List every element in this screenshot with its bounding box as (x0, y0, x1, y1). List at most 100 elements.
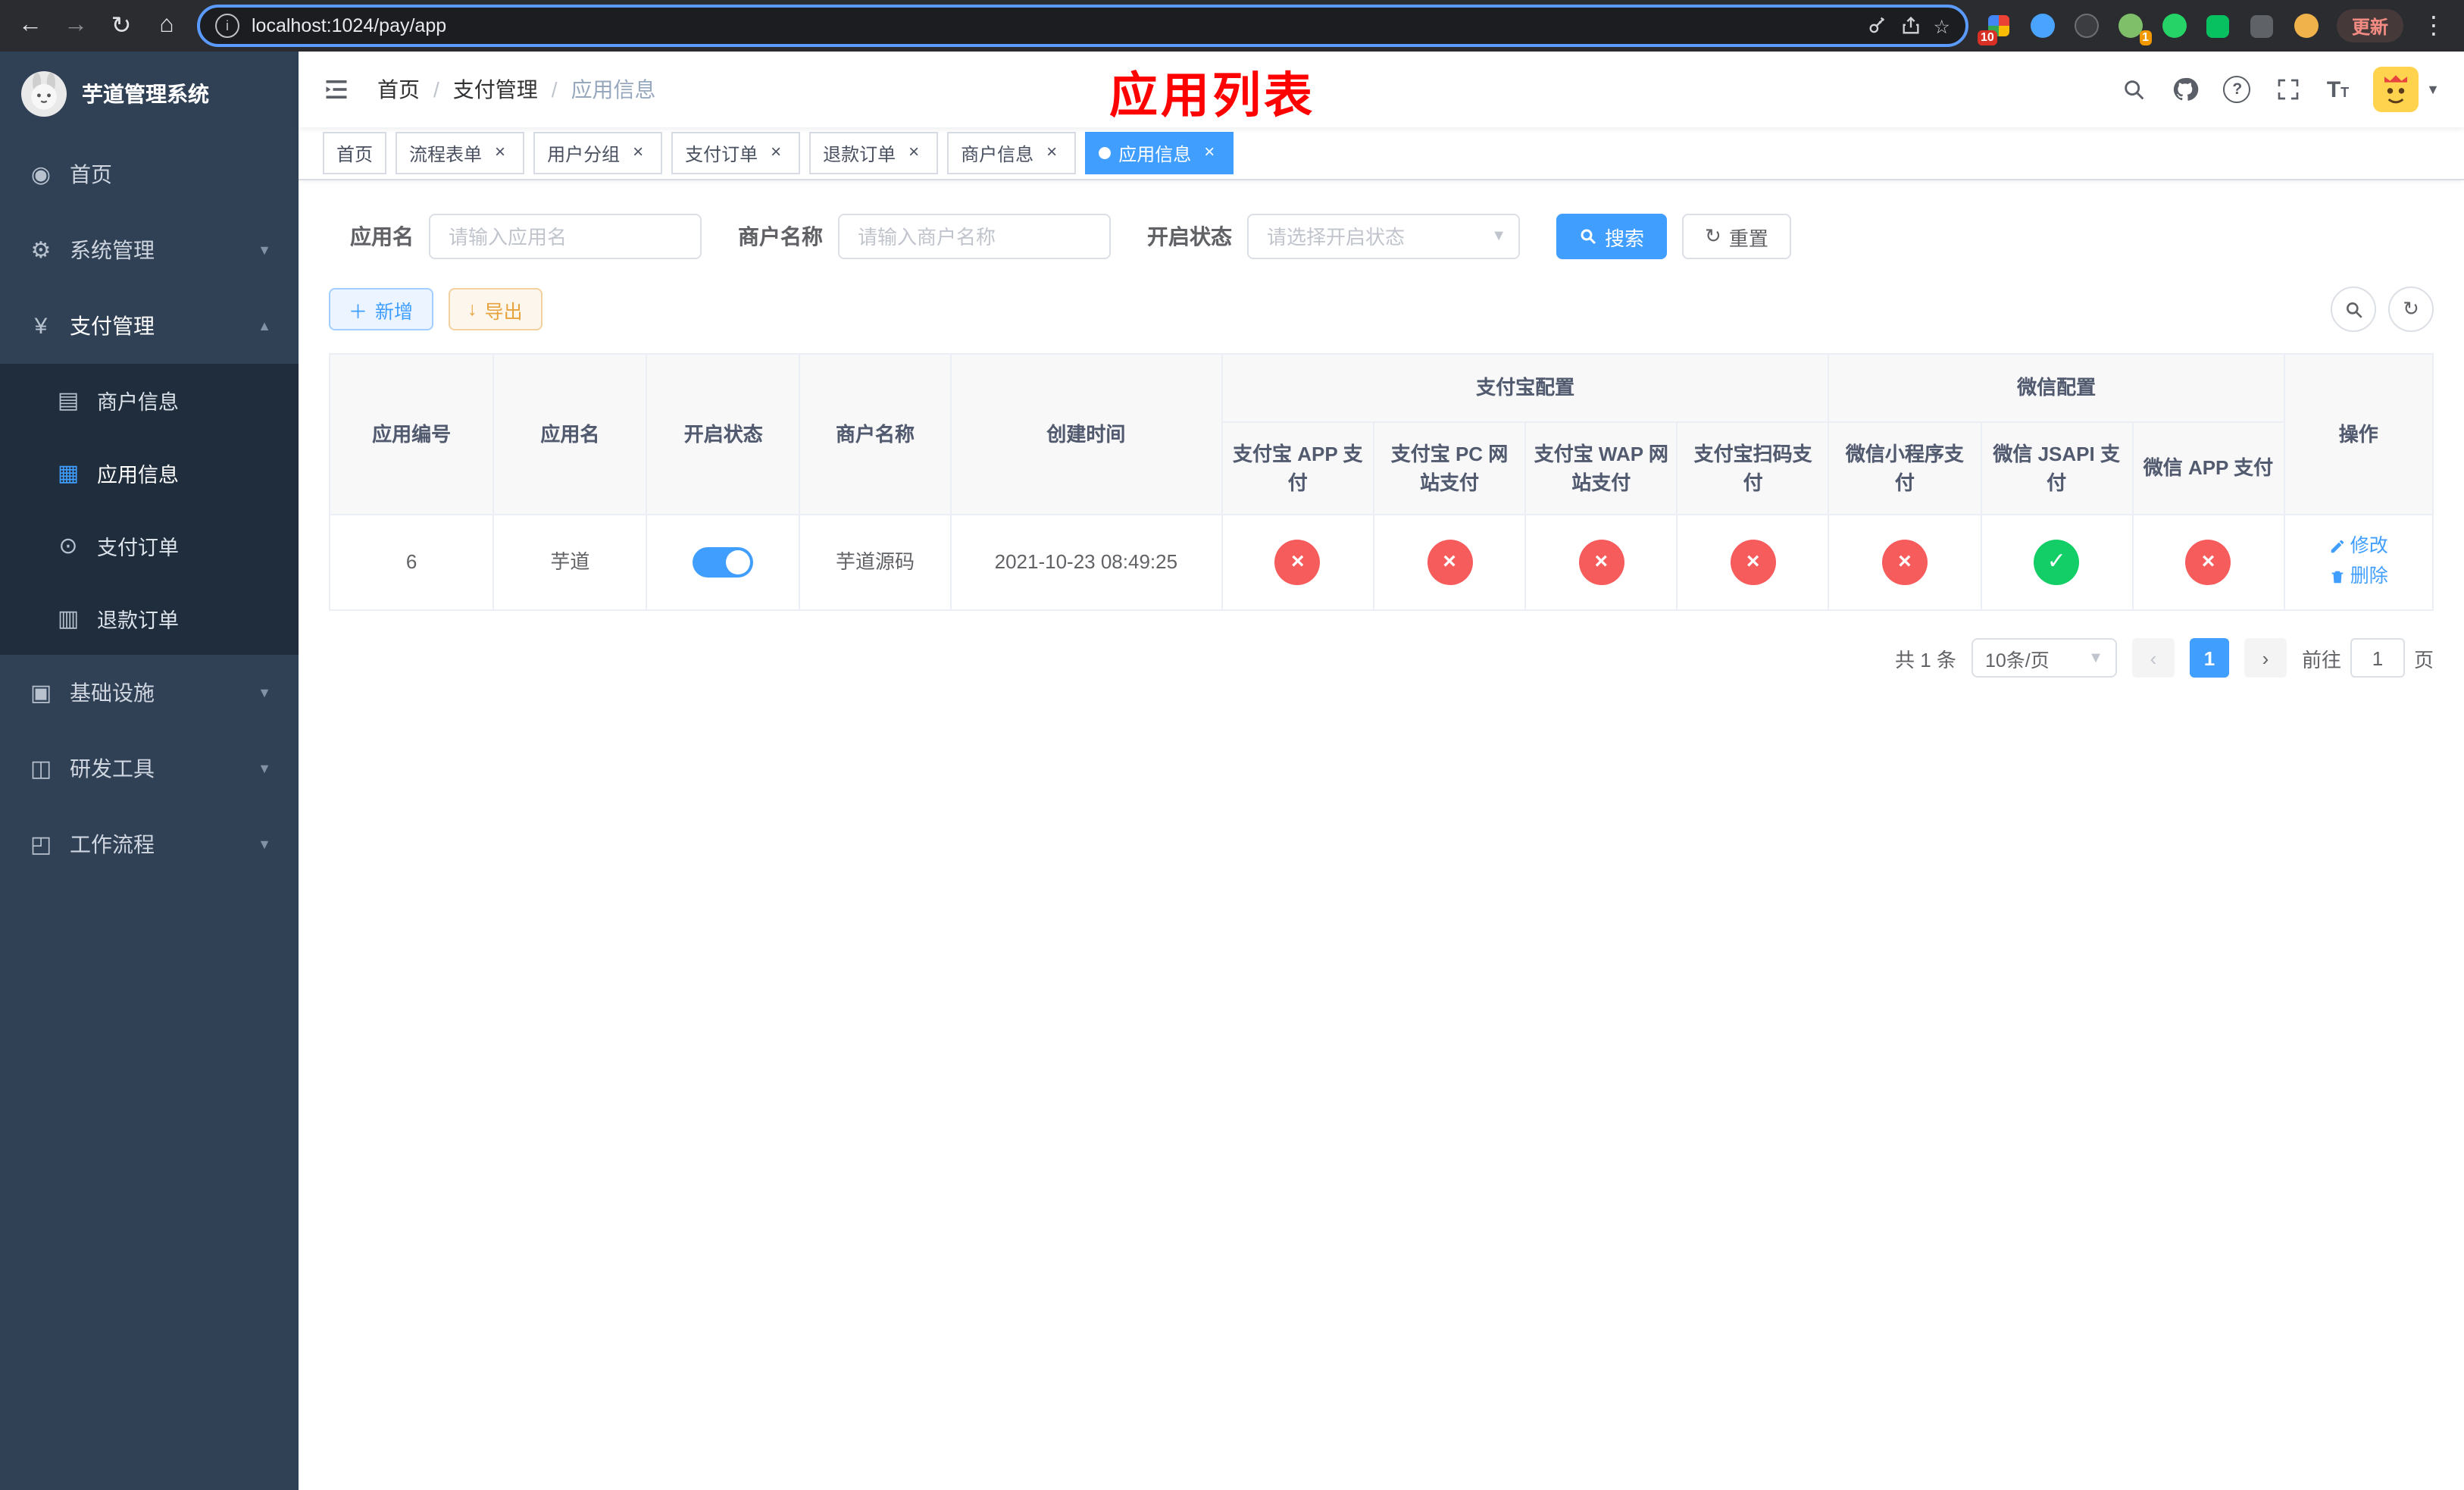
font-size-icon[interactable]: TT (2327, 77, 2349, 102)
col-wechat-mini: 微信小程序支付 (1828, 421, 1982, 515)
tab-merchant-info[interactable]: 商户信息 × (947, 132, 1077, 174)
extension-whatsapp-icon[interactable] (2159, 11, 2190, 41)
sidebar-item-payment-orders[interactable]: ⊙ 支付订单 (0, 509, 299, 582)
merchant-name-label: 商户名称 (738, 224, 823, 249)
toggle-search-button[interactable] (2331, 286, 2376, 332)
col-status: 开启状态 (646, 353, 801, 515)
back-icon[interactable]: ← (15, 12, 45, 39)
close-icon[interactable]: × (627, 142, 649, 164)
tab-app-info[interactable]: 应用信息 × (1085, 132, 1234, 174)
workflow-icon: ◰ (30, 832, 52, 858)
sidebar-item-infrastructure[interactable]: ▣ 基础设施 ▼ (0, 655, 299, 731)
refresh-table-button[interactable]: ↻ (2388, 286, 2434, 332)
content: 应用名 商户名称 开启状态 ▼ (299, 180, 2464, 1490)
breadcrumb-app-info: 应用信息 (571, 77, 656, 102)
collapse-sidebar-icon[interactable] (323, 74, 353, 105)
page-1-button[interactable]: 1 (2189, 638, 2229, 678)
app-name-label: 应用名 (350, 224, 414, 249)
url-bar[interactable]: i localhost:1024/pay/app ☆ (197, 5, 1968, 47)
close-icon[interactable]: × (1041, 142, 1062, 164)
active-dot (1099, 147, 1112, 159)
sidebar: 芋道管理系统 ◉ 首页 ⚙ 系统管理 ▼ ¥ 支付管理 ▲ ▤ 商户信息 ▦ 应… (0, 52, 299, 1490)
add-button[interactable]: ＋ 新增 (329, 288, 433, 330)
sidebar-item-dev-tools[interactable]: ◫ 研发工具 ▼ (0, 731, 299, 806)
cell-actions: 修改 删除 (2283, 514, 2434, 611)
close-icon[interactable]: × (489, 142, 511, 164)
extension-grid-icon[interactable]: 10 (1977, 11, 2014, 45)
page-size-select[interactable]: 10条/页 ▼ (1971, 638, 2117, 678)
app-name-input[interactable] (429, 214, 702, 259)
sidebar-item-merchant-info[interactable]: ▤ 商户信息 (0, 364, 299, 437)
share-icon[interactable] (1900, 15, 1921, 36)
extension-puzzle-icon[interactable] (2247, 11, 2278, 41)
alipay-app-status-icon (1274, 540, 1321, 585)
tab-user-group[interactable]: 用户分组 × (533, 132, 663, 174)
github-icon[interactable] (2172, 76, 2200, 103)
status-select[interactable]: ▼ (1247, 214, 1520, 259)
avatar-image (2373, 67, 2419, 112)
home-icon[interactable]: ⌂ (152, 12, 182, 39)
table-row: 6 芋道 芋道源码 2021-10-23 08:49:25 × × × × × … (328, 514, 2434, 611)
extension-avatar-icon[interactable]: 1 (2115, 11, 2152, 45)
refresh-icon[interactable]: ↻ (106, 11, 136, 41)
col-app-id: 应用编号 (328, 353, 495, 515)
chevron-down-icon: ▼ (2088, 650, 2103, 666)
browser-update-button[interactable]: 更新 (2336, 9, 2403, 42)
merchant-name-input[interactable] (838, 214, 1111, 259)
breadcrumb-home[interactable]: 首页 (377, 74, 420, 105)
export-button[interactable]: ↓ 导出 (448, 288, 543, 330)
col-actions: 操作 (2283, 353, 2434, 515)
sidebar-item-home[interactable]: ◉ 首页 (0, 136, 299, 212)
extension-drop-icon[interactable] (2028, 11, 2058, 41)
fullscreen-icon[interactable] (2275, 76, 2303, 103)
help-icon[interactable]: ? (2223, 76, 2251, 103)
trash-icon (2331, 571, 2344, 583)
sidebar-item-refund-orders[interactable]: ▥ 退款订单 (0, 582, 299, 655)
search-icon (1581, 229, 1596, 245)
rabbit-logo-icon (21, 71, 67, 117)
page-title: 应用列表 (1108, 68, 1316, 123)
tags-bar: 首页 流程表单 × 用户分组 × 支付订单 × 退款订单 × 商户信息 × 应用… (299, 127, 2464, 180)
sidebar-item-system[interactable]: ⚙ 系统管理 ▼ (0, 212, 299, 288)
close-icon[interactable]: × (765, 142, 786, 164)
extension-face-icon[interactable] (2291, 11, 2322, 41)
goto-page-input[interactable] (2350, 638, 2405, 678)
tab-payment-orders[interactable]: 支付订单 × (671, 132, 801, 174)
sidebar-item-app-info[interactable]: ▦ 应用信息 (0, 437, 299, 509)
tab-home[interactable]: 首页 (323, 132, 387, 174)
status-select-input[interactable] (1247, 214, 1520, 259)
chevron-down-icon: ▼ (258, 243, 271, 258)
key-icon[interactable] (1867, 15, 1888, 36)
edit-button[interactable]: 修改 (2329, 531, 2388, 560)
col-alipay-wap: 支付宝 WAP 网站支付 (1524, 421, 1678, 515)
navbar-actions: ? TT ▼ (2121, 67, 2440, 112)
extensions-strip: 10 1 (1977, 11, 2322, 45)
close-icon[interactable]: × (1199, 142, 1220, 164)
bookmark-star-icon[interactable]: ☆ (1934, 14, 1950, 37)
user-avatar[interactable]: ▼ (2373, 67, 2440, 112)
status-toggle[interactable] (693, 547, 754, 578)
tab-process-form[interactable]: 流程表单 × (396, 132, 525, 174)
url-text[interactable]: localhost:1024/pay/app (252, 15, 1855, 36)
goto-label: 前往 (2301, 648, 2341, 671)
sidebar-item-payment[interactable]: ¥ 支付管理 ▲ (0, 288, 299, 364)
search-button[interactable]: 搜索 (1556, 214, 1668, 259)
close-icon[interactable]: × (903, 142, 924, 164)
next-page-button[interactable]: › (2244, 638, 2287, 678)
search-icon[interactable] (2121, 76, 2148, 103)
extension-dark-icon[interactable] (2072, 11, 2102, 41)
breadcrumb-payment[interactable]: 支付管理 (453, 74, 538, 105)
extension-chat-icon[interactable] (2203, 11, 2234, 41)
prev-page-button[interactable]: ‹ (2131, 638, 2175, 678)
tab-refund-orders[interactable]: 退款订单 × (809, 132, 939, 174)
sidebar-item-workflow[interactable]: ◰ 工作流程 ▼ (0, 806, 299, 882)
forward-icon[interactable]: → (61, 12, 91, 39)
table-toolbar: ＋ 新增 ↓ 导出 ↻ (329, 286, 2434, 332)
delete-button[interactable]: 删除 (2329, 562, 2388, 591)
reset-button[interactable]: ↻ 重置 (1682, 214, 1791, 259)
app-shell: 芋道管理系统 ◉ 首页 ⚙ 系统管理 ▼ ¥ 支付管理 ▲ ▤ 商户信息 ▦ 应… (0, 52, 2464, 1490)
browser-menu-icon[interactable]: ⋮ (2419, 11, 2449, 41)
info-icon[interactable]: i (215, 14, 239, 38)
caret-down-icon: ▼ (2426, 82, 2440, 97)
main-area: 首页 / 支付管理 / 应用信息 ? TT ▼ 应用列表 首页 流程表单 × 用… (299, 52, 2464, 1490)
